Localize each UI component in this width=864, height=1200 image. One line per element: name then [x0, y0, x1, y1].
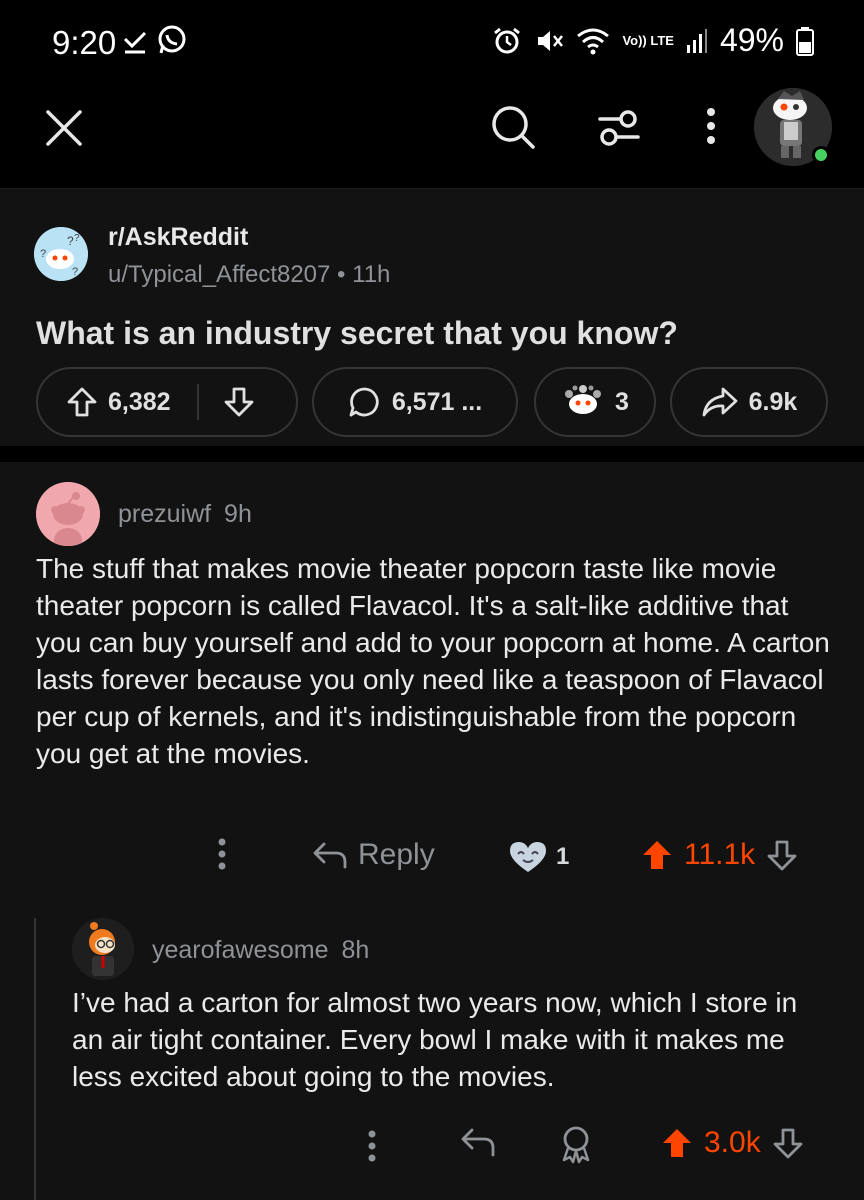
award-icon[interactable] — [556, 1124, 596, 1164]
more-vertical-icon[interactable] — [696, 106, 726, 146]
reply-vote: 3.0k — [660, 1126, 805, 1160]
custom-snoo-avatar-icon — [72, 918, 134, 980]
svg-text:?: ? — [67, 234, 74, 248]
share-arrow-icon — [701, 385, 739, 419]
post-author[interactable]: u/Typical_Affect8207 — [108, 261, 330, 288]
top-nav — [0, 82, 864, 188]
reply-author[interactable]: yearofawesome — [152, 936, 328, 964]
post-comments-button[interactable]: 6,571 ... — [312, 367, 518, 437]
reply-author-line: yearofawesome 8h — [152, 936, 369, 965]
comment-bubble-icon — [348, 385, 382, 419]
post-share-button[interactable]: 6.9k — [670, 367, 828, 437]
post-title[interactable]: What is an industry secret that you know… — [36, 315, 678, 352]
close-icon[interactable] — [44, 108, 84, 148]
wifi-icon — [576, 26, 610, 56]
alarm-icon — [492, 26, 522, 56]
meta-separator: • — [337, 261, 346, 288]
svg-text:?: ? — [72, 266, 78, 278]
online-status-dot — [812, 146, 830, 164]
post-share-count: 6.9k — [748, 387, 798, 416]
subreddit-avatar[interactable]: ? ? ? ? — [34, 227, 88, 281]
mute-icon — [534, 26, 564, 56]
signal-icon — [686, 28, 708, 54]
snoo-default-avatar-icon — [36, 482, 100, 546]
download-done-icon — [122, 25, 148, 55]
battery-percent: 49% — [719, 22, 784, 58]
whatsapp-icon — [156, 24, 188, 56]
reply-arrow-icon — [312, 840, 348, 870]
comment-age: 9h — [224, 500, 252, 528]
askreddit-icon: ? ? ? ? — [34, 227, 88, 281]
search-icon[interactable] — [490, 104, 536, 150]
svg-text:?: ? — [40, 248, 46, 260]
downvote-icon[interactable] — [765, 838, 799, 872]
comment-score: 11.1k — [684, 838, 756, 871]
user-avatar[interactable] — [754, 88, 832, 166]
post-age: 11h — [352, 261, 391, 288]
post-vote-pill: 6,382 — [36, 367, 298, 437]
comment-more-icon[interactable] — [210, 836, 234, 872]
reply-label: Reply — [358, 838, 435, 871]
vote-divider — [196, 384, 199, 420]
comment-vote: 11.1k — [640, 838, 799, 872]
upvote-filled-icon[interactable] — [640, 838, 674, 872]
post-award-count: 3 — [615, 387, 629, 416]
comment-body: The stuff that makes movie theater popco… — [36, 553, 830, 769]
reply-age: 8h — [341, 936, 370, 964]
reply-more-icon[interactable] — [360, 1128, 384, 1164]
status-right-icons: Vo)) LTE 49% — [492, 22, 814, 59]
post-comment-count: 6,571 ... — [391, 387, 483, 416]
award-heart-icon — [506, 840, 550, 874]
reply-score: 3.0k — [704, 1126, 761, 1159]
battery-icon — [796, 26, 814, 56]
comment-award-count: 1 — [556, 843, 570, 870]
status-bar: 9:20 Vo)) LTE 49% — [0, 0, 864, 82]
comment-avatar[interactable] — [36, 482, 100, 546]
reply-avatar[interactable] — [72, 918, 134, 980]
comment-author-line: prezuiwf 9h — [118, 500, 252, 529]
filter-icon[interactable] — [596, 106, 642, 150]
downvote-icon[interactable] — [771, 1126, 805, 1160]
status-time: 9:20 — [52, 24, 117, 61]
comment-award[interactable]: 1 — [506, 840, 569, 874]
post-awards-button[interactable]: 3 — [534, 367, 656, 437]
comment-reply-button[interactable]: Reply — [312, 838, 435, 872]
post-upvote-count: 6,382 — [108, 387, 171, 416]
comment-author[interactable]: prezuiwf — [118, 500, 211, 528]
comment-thread: prezuiwf 9h The stuff that makes movie t… — [0, 462, 864, 1200]
award-snoo-icon — [561, 384, 605, 420]
upvote-icon[interactable] — [66, 386, 98, 418]
svg-text:?: ? — [74, 233, 80, 244]
status-left-icons — [122, 24, 188, 56]
reply-body: I’ve had a carton for almost two years n… — [72, 987, 798, 1092]
downvote-icon[interactable] — [223, 386, 255, 418]
volte-icon: Vo)) LTE — [622, 33, 674, 48]
reply-arrow-icon[interactable] — [460, 1126, 496, 1158]
post-card: ? ? ? ? r/AskReddit u/Typical_Affect8207… — [0, 188, 864, 446]
subreddit-name[interactable]: r/AskReddit — [108, 223, 248, 252]
post-meta: u/Typical_Affect8207 • 11h — [108, 261, 390, 289]
thread-line[interactable] — [34, 918, 36, 1200]
upvote-filled-icon[interactable] — [660, 1126, 694, 1160]
